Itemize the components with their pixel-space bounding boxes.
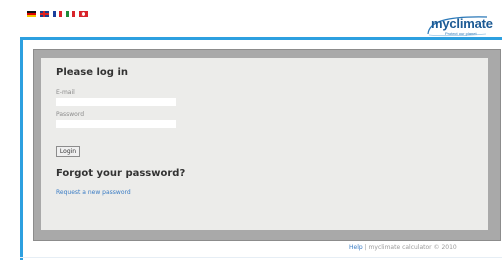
login-button[interactable]: Login <box>56 146 80 157</box>
footer: Help | myclimate calculator © 2010 <box>349 244 457 251</box>
footer-credit: myclimate calculator © 2010 <box>368 244 457 251</box>
footer-separator: | <box>364 244 367 251</box>
flag-gb-icon[interactable] <box>40 11 49 17</box>
logo-text: myclimate <box>431 16 493 31</box>
email-field[interactable] <box>56 98 176 106</box>
flag-tr-icon[interactable] <box>79 11 88 17</box>
logo-tagline: Protect our planet <box>445 31 477 36</box>
password-label: Password <box>56 111 85 118</box>
language-selector <box>27 11 88 17</box>
forgot-password-heading: Forgot your password? <box>56 168 186 179</box>
left-border <box>20 37 23 260</box>
flag-de-icon[interactable] <box>27 11 36 17</box>
password-field[interactable] <box>56 120 176 128</box>
flag-fr-icon[interactable] <box>53 11 62 17</box>
flag-it-icon[interactable] <box>66 11 75 17</box>
header-divider <box>20 37 502 40</box>
myclimate-logo[interactable]: myclimate Protect our planet <box>425 14 493 38</box>
email-label: E-mail <box>56 89 75 96</box>
login-heading: Please log in <box>56 67 128 78</box>
login-panel <box>41 58 488 230</box>
bottom-divider <box>20 257 502 258</box>
request-password-link[interactable]: Request a new password <box>56 189 131 196</box>
help-link[interactable]: Help <box>349 244 363 251</box>
